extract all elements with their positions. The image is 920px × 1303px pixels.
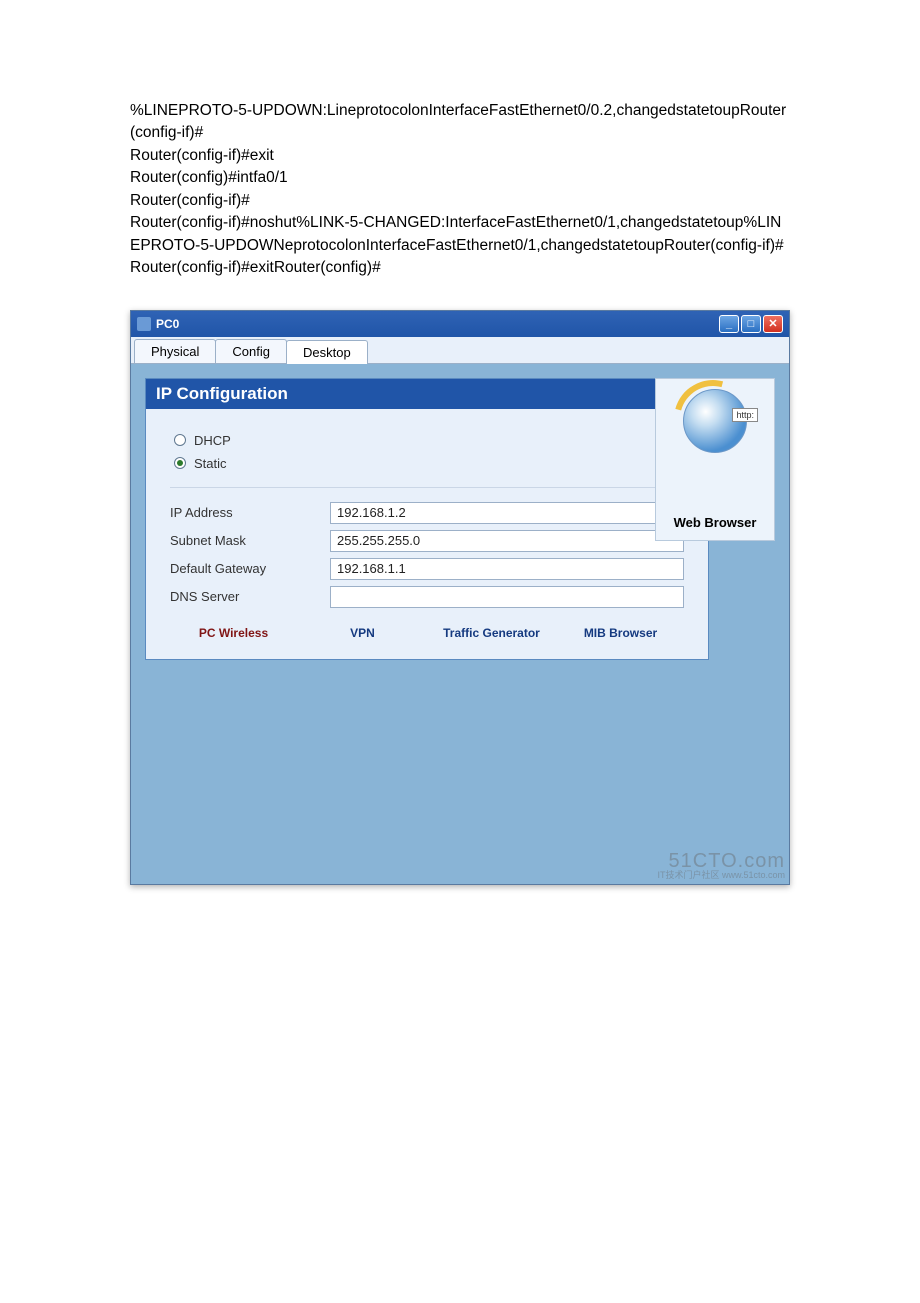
maximize-button[interactable]: □: [741, 315, 761, 333]
traffic-generator-app[interactable]: Traffic Generator: [432, 626, 551, 642]
mib-browser-app[interactable]: MIB Browser: [561, 626, 680, 642]
browser-icon: http:: [683, 389, 747, 453]
window-title: PC0: [156, 317, 179, 331]
web-browser-app[interactable]: http: Web Browser: [655, 378, 775, 541]
radio-icon: [174, 457, 186, 469]
http-tag: http:: [732, 408, 758, 422]
gateway-label: Default Gateway: [170, 561, 330, 576]
cli-line: Router(config-if)#noshut%LINK-5-CHANGED:…: [130, 212, 790, 279]
dns-label: DNS Server: [170, 589, 330, 604]
cli-line: %LINEPROTO-5-UPDOWN:LineprotocolonInterf…: [130, 100, 790, 145]
static-label: Static: [194, 456, 227, 471]
ip-config-panel: IP Configuration X DHCP Static IP Addres…: [145, 378, 709, 661]
minimize-button[interactable]: _: [719, 315, 739, 333]
gateway-input[interactable]: [330, 558, 684, 580]
divider: [170, 487, 684, 488]
tab-config[interactable]: Config: [215, 339, 287, 363]
titlebar[interactable]: PC0 _ □ ✕: [131, 311, 789, 337]
static-radio[interactable]: Static: [174, 456, 680, 471]
app-icon: [137, 317, 151, 331]
close-button[interactable]: ✕: [763, 315, 783, 333]
mask-input[interactable]: [330, 530, 684, 552]
panel-title: IP Configuration: [156, 384, 288, 404]
vpn-app[interactable]: VPN: [303, 626, 422, 642]
cli-output: %LINEPROTO-5-UPDOWN:LineprotocolonInterf…: [130, 100, 790, 280]
pc-wireless-app[interactable]: PC Wireless: [174, 626, 293, 642]
cli-line: Router(config)#intfa0/1: [130, 167, 790, 189]
cli-line: Router(config-if)#: [130, 190, 790, 212]
watermark-main: 51CTO.com: [669, 850, 785, 872]
dns-input[interactable]: [330, 586, 684, 608]
ip-input[interactable]: [330, 502, 684, 524]
watermark: 51CTO.com IT技术门户社区 www.51cto.com: [657, 851, 785, 880]
web-browser-label: Web Browser: [662, 515, 768, 530]
ip-label: IP Address: [170, 505, 330, 520]
pc0-window: PC0 _ □ ✕ Physical Config Desktop IP Con…: [130, 310, 790, 885]
watermark-sub: IT技术门户社区 www.51cto.com: [657, 871, 785, 880]
mask-label: Subnet Mask: [170, 533, 330, 548]
desktop-area: IP Configuration X DHCP Static IP Addres…: [131, 364, 789, 884]
desktop-apps-row: PC Wireless VPN Traffic Generator MIB Br…: [170, 626, 684, 642]
tabs-row: Physical Config Desktop: [131, 337, 789, 364]
tab-physical[interactable]: Physical: [134, 339, 216, 363]
tab-desktop[interactable]: Desktop: [286, 340, 368, 364]
radio-icon: [174, 434, 186, 446]
cli-line: Router(config-if)#exit: [130, 145, 790, 167]
dhcp-label: DHCP: [194, 433, 231, 448]
dhcp-radio[interactable]: DHCP: [174, 433, 680, 448]
